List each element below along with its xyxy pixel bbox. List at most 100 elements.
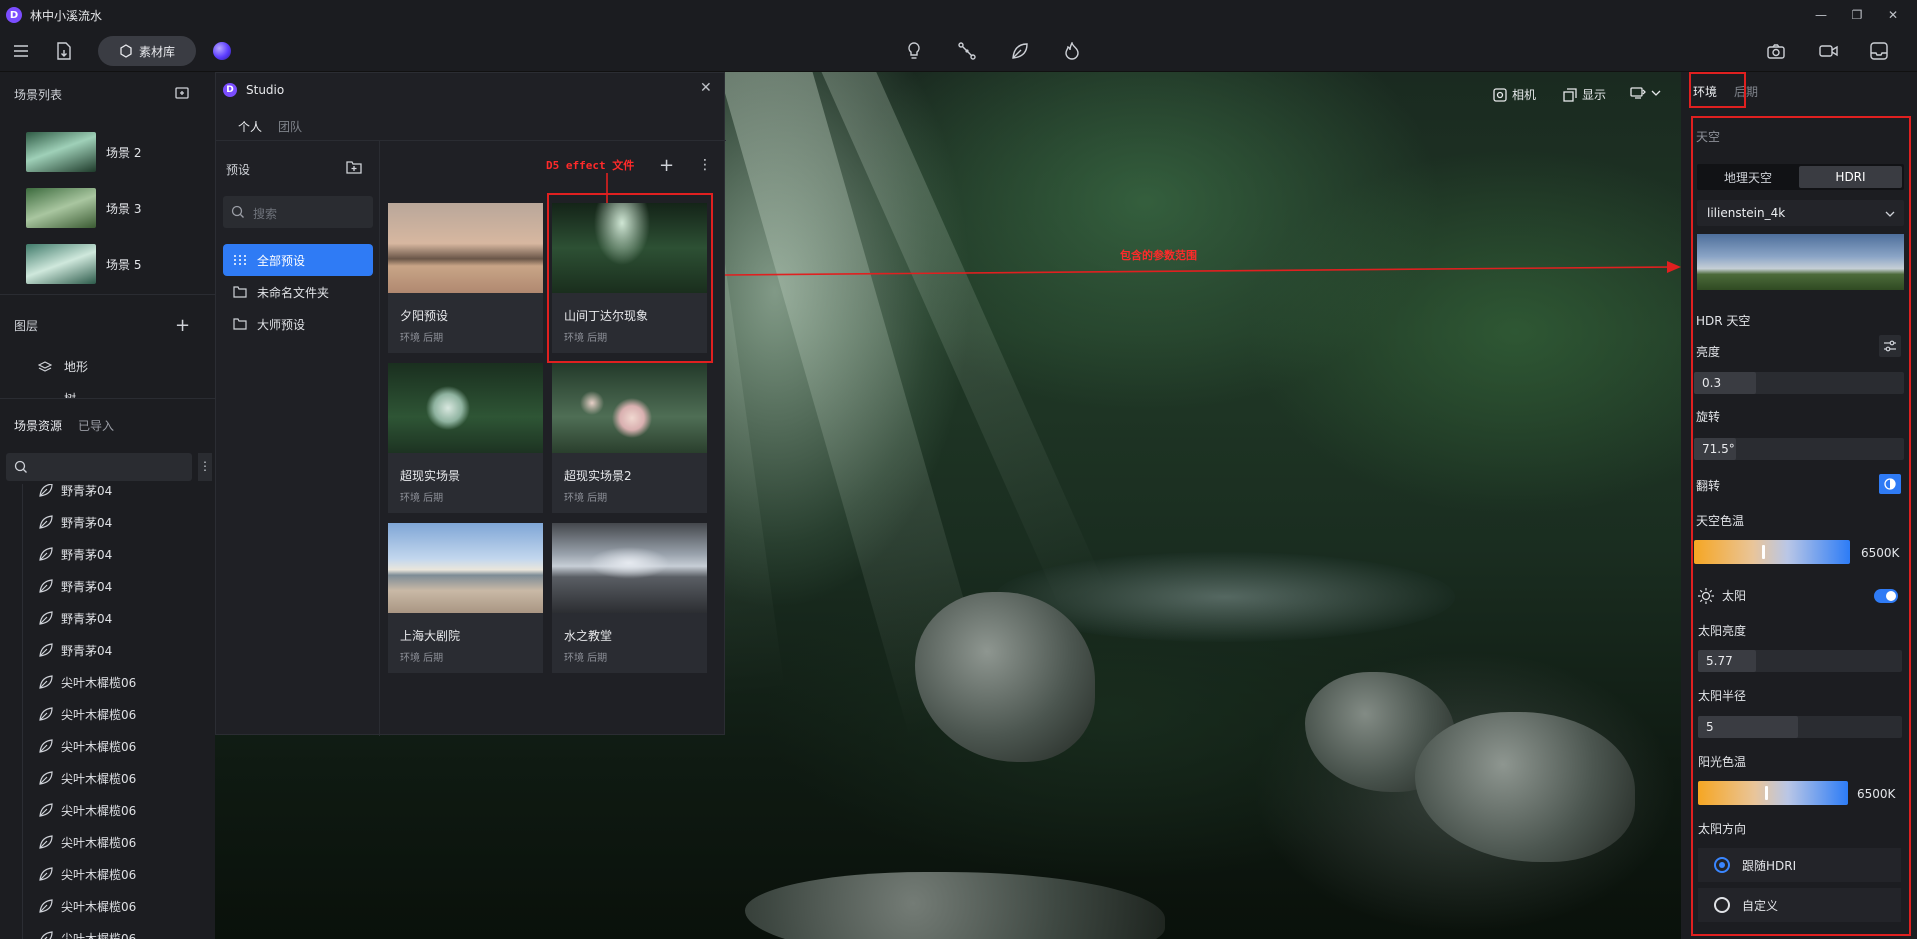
sun-dir-custom[interactable]: 自定义 bbox=[1698, 888, 1901, 922]
render-output-icon[interactable] bbox=[1866, 38, 1892, 64]
rotation-value: 71.5° bbox=[1702, 442, 1735, 456]
layer-item[interactable]: 树 bbox=[38, 390, 76, 398]
layer-label: 树 bbox=[64, 390, 76, 398]
scene-thumbnail bbox=[26, 244, 96, 284]
close-window-button[interactable]: ✕ bbox=[1870, 0, 1916, 30]
imported-tab[interactable]: 已导入 bbox=[78, 417, 114, 434]
asset-label: 野青茅04 bbox=[61, 643, 113, 658]
scene-list-title: 场景列表 bbox=[14, 87, 63, 102]
preset-card[interactable]: 超现实场景 环境 后期 bbox=[388, 363, 543, 513]
asset-list-item[interactable]: 尖叶木樨榄06 bbox=[22, 794, 212, 826]
preset-thumbnail bbox=[552, 203, 707, 293]
asset-list-item[interactable]: 尖叶木樨榄06 bbox=[22, 922, 212, 939]
preset-card[interactable]: 夕阳预设 环境 后期 bbox=[388, 203, 543, 353]
asset-list-item[interactable]: 野青茅04 bbox=[22, 602, 212, 634]
brightness-input[interactable]: 0.3 bbox=[1694, 372, 1904, 394]
preset-title: 水之教堂 bbox=[564, 629, 613, 643]
scene-label: 场景 5 bbox=[106, 257, 142, 272]
asset-list-item[interactable]: 野青茅04 bbox=[22, 634, 212, 666]
preset-title: 超现实场景 bbox=[400, 469, 461, 483]
asset-list-item[interactable]: 尖叶木樨榄06 bbox=[22, 762, 212, 794]
file-sync-icon[interactable] bbox=[51, 38, 77, 64]
menu-icon[interactable] bbox=[8, 38, 34, 64]
scene-thumbnail bbox=[26, 132, 96, 172]
preset-card[interactable]: 水之教堂 环境 后期 bbox=[552, 523, 707, 673]
sky-mode-hdri[interactable]: HDRI bbox=[1799, 166, 1902, 188]
fire-effect-icon[interactable] bbox=[1059, 38, 1085, 64]
hdri-select[interactable]: lilienstein_4k bbox=[1697, 200, 1904, 226]
sun-brightness-input[interactable]: 5.77 bbox=[1698, 650, 1902, 672]
assets-tab[interactable]: 场景资源 bbox=[14, 417, 62, 434]
leaf-icon bbox=[39, 707, 53, 721]
sun-toggle[interactable] bbox=[1874, 589, 1898, 603]
scene-item[interactable]: 场景 5 bbox=[26, 242, 206, 286]
layer-item[interactable]: 地形 bbox=[38, 358, 88, 375]
folder-unnamed[interactable]: 未命名文件夹 bbox=[223, 276, 373, 308]
sky-temp-value: 6500K bbox=[1861, 546, 1900, 560]
sky-mode-geo[interactable]: 地理天空 bbox=[1697, 164, 1799, 190]
preset-title: 上海大剧院 bbox=[400, 629, 461, 643]
asset-library-label: 素材库 bbox=[138, 44, 175, 59]
asset-list-item[interactable]: 尖叶木樨榄06 bbox=[22, 826, 212, 858]
preset-card[interactable]: 上海大剧院 环境 后期 bbox=[388, 523, 543, 673]
scene-item[interactable]: 场景 2 bbox=[26, 130, 206, 174]
light-bulb-icon[interactable] bbox=[901, 38, 927, 64]
hdri-preview bbox=[1697, 234, 1904, 290]
leaf-icon bbox=[39, 547, 53, 561]
sky-temp-slider[interactable] bbox=[1694, 540, 1850, 564]
sky-temp-knob[interactable] bbox=[1762, 545, 1765, 559]
add-preset-icon[interactable]: + bbox=[659, 155, 674, 176]
ai-orb-icon[interactable] bbox=[213, 42, 231, 60]
asset-list-item[interactable]: 尖叶木樨榄06 bbox=[22, 698, 212, 730]
studio-logo-icon: D bbox=[223, 83, 237, 97]
sun-temp-slider[interactable] bbox=[1698, 781, 1848, 805]
asset-label: 尖叶木樨榄06 bbox=[61, 707, 137, 722]
video-record-icon[interactable] bbox=[1816, 38, 1842, 64]
scene-item[interactable]: 场景 3 bbox=[26, 186, 206, 230]
effect-file-annotation: D5 effect 文件 bbox=[546, 159, 635, 172]
sun-direction-label: 太阳方向 bbox=[1698, 822, 1747, 836]
asset-library-icon bbox=[120, 44, 132, 58]
close-icon[interactable]: ✕ bbox=[700, 80, 712, 96]
tab-post[interactable]: 后期 bbox=[1734, 83, 1758, 100]
rotation-input[interactable]: 71.5° bbox=[1694, 438, 1904, 460]
more-icon[interactable]: ⋮ bbox=[198, 453, 212, 481]
new-folder-icon[interactable] bbox=[346, 160, 362, 174]
preset-card[interactable]: 超现实场景2 环境 后期 bbox=[552, 363, 707, 513]
asset-list-item[interactable]: 野青茅04 bbox=[22, 538, 212, 570]
leaf-tool-icon[interactable] bbox=[1007, 38, 1033, 64]
asset-list-item[interactable]: 野青茅04 bbox=[22, 484, 212, 506]
sun-radius-input[interactable]: 5 bbox=[1698, 716, 1902, 738]
preset-search-input[interactable]: 搜索 bbox=[223, 196, 373, 228]
sun-dir-follow-hdri[interactable]: 跟随HDRI bbox=[1698, 848, 1901, 882]
sun-temp-knob[interactable] bbox=[1765, 786, 1768, 800]
asset-label: 尖叶木樨榄06 bbox=[61, 867, 137, 882]
path-tool-icon[interactable] bbox=[954, 38, 980, 64]
folder-all-presets[interactable]: 全部预设 bbox=[223, 244, 373, 276]
leaf-icon bbox=[39, 611, 53, 625]
more-options-icon[interactable]: ⋮ bbox=[698, 157, 712, 173]
asset-library-button[interactable]: 素材库 bbox=[98, 36, 196, 66]
layer-label: 地形 bbox=[64, 360, 89, 374]
asset-list-item[interactable]: 尖叶木樨榄06 bbox=[22, 890, 212, 922]
asset-list-item[interactable]: 尖叶木樨榄06 bbox=[22, 730, 212, 762]
asset-label: 尖叶木樨榄06 bbox=[61, 835, 137, 850]
folder-master[interactable]: 大师预设 bbox=[223, 308, 373, 340]
sun-radius-value: 5 bbox=[1706, 720, 1714, 734]
flip-toggle-icon[interactable] bbox=[1879, 474, 1901, 494]
radio-label: 自定义 bbox=[1742, 898, 1779, 913]
tab-personal[interactable]: 个人 bbox=[238, 118, 262, 135]
tab-environment[interactable]: 环境 bbox=[1693, 83, 1717, 100]
camera-snapshot-icon[interactable] bbox=[1763, 38, 1789, 64]
asset-list-item[interactable]: 尖叶木樨榄06 bbox=[22, 666, 212, 698]
asset-list-item[interactable]: 野青茅04 bbox=[22, 570, 212, 602]
asset-list-item[interactable]: 野青茅04 bbox=[22, 506, 212, 538]
add-scene-icon[interactable] bbox=[175, 87, 189, 102]
preset-card[interactable]: 山间丁达尔现象 环境 后期 bbox=[552, 203, 707, 353]
asset-search-input[interactable] bbox=[6, 453, 192, 481]
sliders-icon[interactable] bbox=[1879, 335, 1901, 357]
add-layer-icon[interactable]: + bbox=[175, 315, 190, 336]
asset-list-item[interactable]: 尖叶木樨榄06 bbox=[22, 858, 212, 890]
leaf-icon bbox=[39, 899, 53, 913]
tab-team[interactable]: 团队 bbox=[278, 118, 302, 135]
